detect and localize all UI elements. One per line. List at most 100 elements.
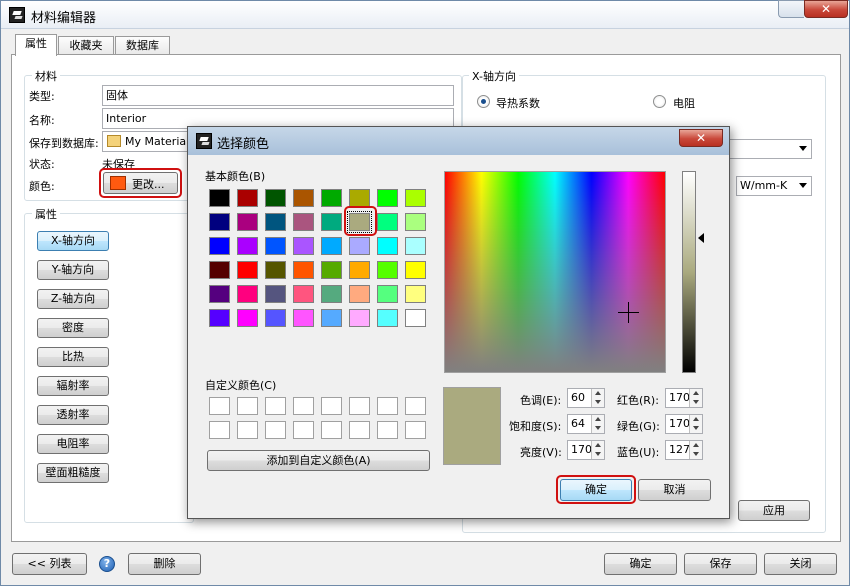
- close-window-button[interactable]: ✕: [804, 0, 848, 18]
- dialog-ok-button[interactable]: 确定: [560, 479, 632, 501]
- prop-specific-heat-button[interactable]: 比热: [37, 347, 109, 367]
- custom-color-swatch[interactable]: [321, 397, 342, 415]
- basic-color-swatch[interactable]: [293, 261, 314, 279]
- resistance-radio[interactable]: [653, 95, 666, 108]
- list-button[interactable]: << 列表: [12, 553, 87, 575]
- luminance-arrow-icon[interactable]: [698, 233, 704, 243]
- ok-button[interactable]: 确定: [604, 553, 677, 575]
- basic-color-swatch[interactable]: [349, 285, 370, 303]
- basic-color-swatch[interactable]: [209, 237, 230, 255]
- spin-arrows-icon[interactable]: [591, 389, 604, 407]
- add-custom-color-button[interactable]: 添加到自定义颜色(A): [207, 450, 430, 471]
- spin-arrows-icon[interactable]: [689, 441, 702, 459]
- basic-color-swatch[interactable]: [377, 309, 398, 327]
- minimize-button[interactable]: [778, 0, 804, 18]
- custom-color-swatch[interactable]: [265, 397, 286, 415]
- basic-color-swatch[interactable]: [237, 213, 258, 231]
- basic-color-swatch[interactable]: [209, 285, 230, 303]
- custom-color-swatch[interactable]: [237, 397, 258, 415]
- basic-color-swatch[interactable]: [321, 189, 342, 207]
- tab-favorites[interactable]: 收藏夹: [58, 36, 114, 56]
- delete-button[interactable]: 删除: [128, 553, 201, 575]
- custom-color-swatch[interactable]: [377, 421, 398, 439]
- prop-z-direction-button[interactable]: Z-轴方向: [37, 289, 109, 309]
- basic-color-swatch[interactable]: [209, 309, 230, 327]
- basic-color-swatch[interactable]: [265, 285, 286, 303]
- custom-color-swatch[interactable]: [405, 421, 426, 439]
- custom-color-swatch[interactable]: [321, 421, 342, 439]
- basic-color-swatch[interactable]: [377, 285, 398, 303]
- help-icon[interactable]: ?: [99, 556, 115, 572]
- custom-color-swatch[interactable]: [237, 421, 258, 439]
- custom-color-swatch[interactable]: [293, 397, 314, 415]
- custom-color-swatch[interactable]: [405, 397, 426, 415]
- basic-color-swatch[interactable]: [377, 213, 398, 231]
- prop-resistivity-button[interactable]: 电阻率: [37, 434, 109, 454]
- luminance-bar[interactable]: [682, 171, 696, 373]
- dialog-close-button[interactable]: ✕: [679, 129, 723, 147]
- basic-color-swatch[interactable]: [293, 285, 314, 303]
- prop-y-direction-button[interactable]: Y-轴方向: [37, 260, 109, 280]
- basic-color-swatch[interactable]: [237, 261, 258, 279]
- basic-color-swatch[interactable]: [405, 309, 426, 327]
- lum-input[interactable]: 170: [567, 440, 605, 460]
- basic-color-swatch[interactable]: [209, 213, 230, 231]
- basic-color-swatch[interactable]: [405, 237, 426, 255]
- basic-color-swatch[interactable]: [405, 189, 426, 207]
- basic-color-swatch[interactable]: [377, 261, 398, 279]
- basic-color-swatch[interactable]: [237, 285, 258, 303]
- green-input[interactable]: 170: [665, 414, 703, 434]
- spin-arrows-icon[interactable]: [689, 415, 702, 433]
- dialog-cancel-button[interactable]: 取消: [638, 479, 711, 501]
- custom-color-swatch[interactable]: [349, 421, 370, 439]
- basic-color-swatch[interactable]: [405, 261, 426, 279]
- basic-color-swatch[interactable]: [405, 213, 426, 231]
- basic-color-swatch[interactable]: [293, 213, 314, 231]
- basic-color-swatch[interactable]: [321, 309, 342, 327]
- red-input[interactable]: 170: [665, 388, 703, 408]
- basic-color-swatch[interactable]: [293, 309, 314, 327]
- basic-color-swatch[interactable]: [377, 237, 398, 255]
- tab-database[interactable]: 数据库: [115, 36, 170, 56]
- basic-color-swatch[interactable]: [265, 309, 286, 327]
- prop-wall-roughness-button[interactable]: 壁面粗糙度: [37, 463, 109, 483]
- conductivity-radio[interactable]: [477, 95, 490, 108]
- basic-color-swatch[interactable]: [265, 237, 286, 255]
- basic-color-swatch[interactable]: [405, 285, 426, 303]
- close-button[interactable]: 关闭: [764, 553, 837, 575]
- custom-color-swatch[interactable]: [349, 397, 370, 415]
- prop-emissivity-button[interactable]: 辐射率: [37, 376, 109, 396]
- basic-color-swatch[interactable]: [321, 285, 342, 303]
- basic-color-swatch[interactable]: [209, 261, 230, 279]
- sat-input[interactable]: 64: [567, 414, 605, 434]
- basic-color-swatch[interactable]: [237, 189, 258, 207]
- custom-color-swatch[interactable]: [209, 397, 230, 415]
- basic-color-swatch[interactable]: [349, 261, 370, 279]
- prop-density-button[interactable]: 密度: [37, 318, 109, 338]
- basic-color-swatch[interactable]: [321, 261, 342, 279]
- basic-color-swatch[interactable]: [349, 189, 370, 207]
- basic-color-swatch[interactable]: [209, 189, 230, 207]
- spin-arrows-icon[interactable]: [591, 415, 604, 433]
- basic-color-swatch[interactable]: [265, 261, 286, 279]
- color-spectrum[interactable]: [444, 171, 666, 373]
- custom-color-swatch[interactable]: [377, 397, 398, 415]
- basic-color-swatch[interactable]: [377, 189, 398, 207]
- basic-color-swatch[interactable]: [293, 189, 314, 207]
- hue-input[interactable]: 60: [567, 388, 605, 408]
- prop-transmissivity-button[interactable]: 透射率: [37, 405, 109, 425]
- spin-arrows-icon[interactable]: [591, 441, 604, 459]
- change-color-button[interactable]: 更改...: [103, 172, 178, 194]
- basic-color-swatch[interactable]: [265, 213, 286, 231]
- basic-color-swatch[interactable]: [293, 237, 314, 255]
- basic-color-swatch[interactable]: [349, 237, 370, 255]
- apply-button[interactable]: 应用: [738, 500, 810, 521]
- basic-color-swatch[interactable]: [349, 309, 370, 327]
- custom-color-swatch[interactable]: [265, 421, 286, 439]
- basic-color-swatch[interactable]: [321, 213, 342, 231]
- save-button[interactable]: 保存: [684, 553, 757, 575]
- custom-color-swatch[interactable]: [293, 421, 314, 439]
- unit-combo[interactable]: W/mm-K: [736, 176, 812, 196]
- type-field[interactable]: 固体: [102, 85, 454, 106]
- spin-arrows-icon[interactable]: [689, 389, 702, 407]
